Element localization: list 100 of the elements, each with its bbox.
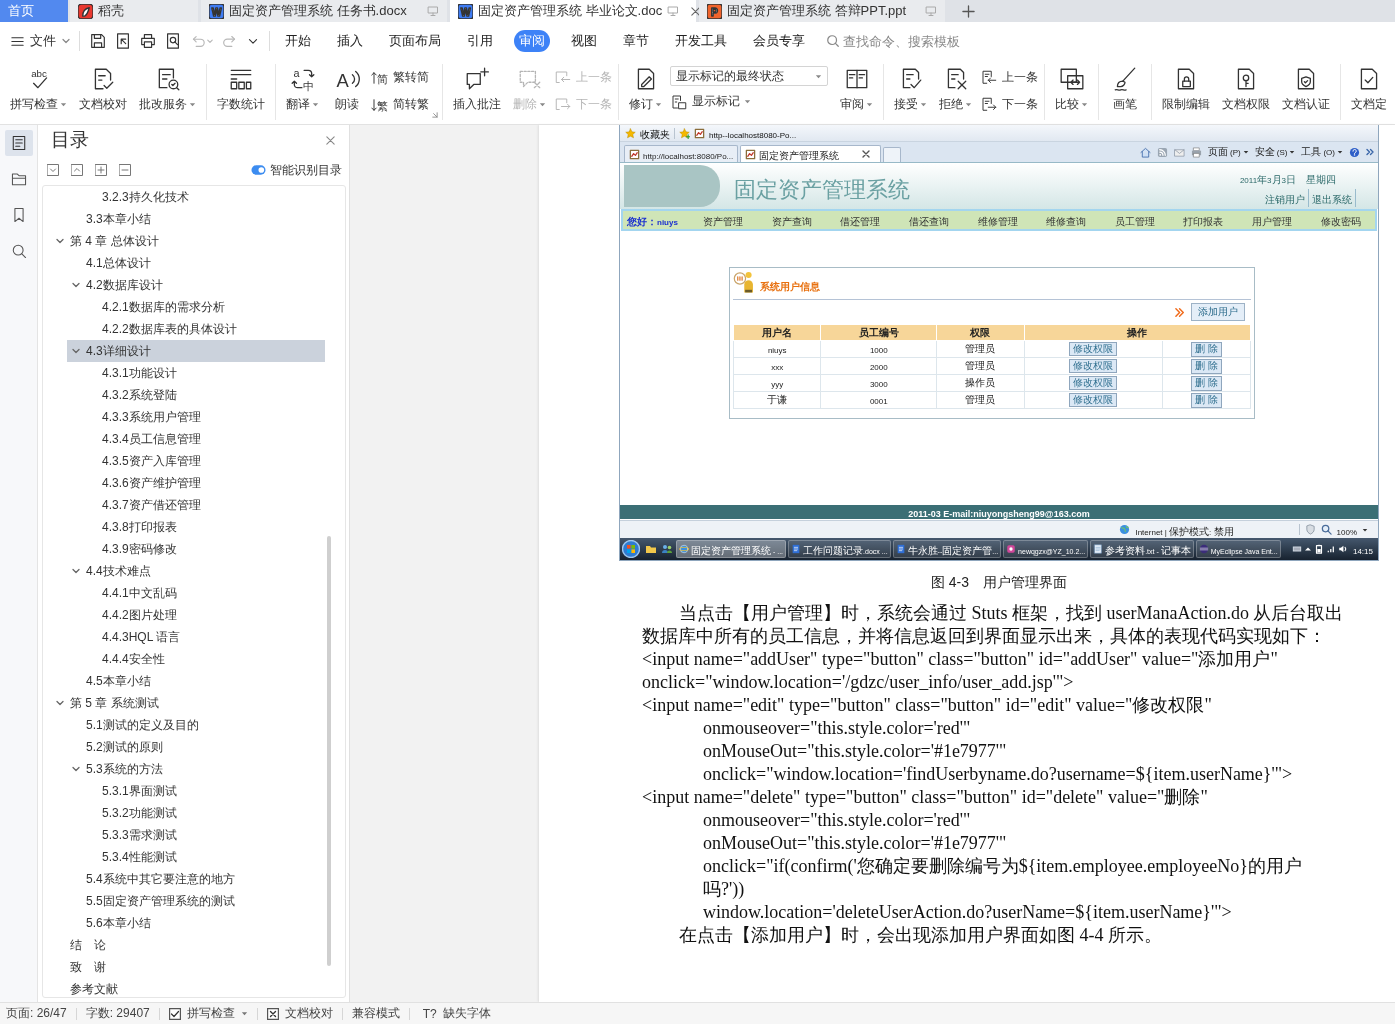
start-orb-icon[interactable] bbox=[622, 540, 640, 558]
toc-item[interactable]: 4.3.2系统登陆 bbox=[83, 384, 325, 406]
nav-link[interactable]: 资产管理 bbox=[689, 211, 758, 229]
menu-tab[interactable]: 会员专享 bbox=[748, 30, 810, 52]
toc-item[interactable]: 4.4.4安全性 bbox=[83, 648, 325, 670]
save-icon[interactable] bbox=[89, 32, 107, 50]
menu-tab[interactable]: 开发工具 bbox=[670, 30, 732, 52]
toc-item[interactable]: 4.4.1中文乱码 bbox=[83, 582, 325, 604]
chevron-up-box-icon[interactable] bbox=[71, 164, 83, 176]
nav-link[interactable]: 修改密码 bbox=[1306, 211, 1375, 229]
edit-permission-button[interactable]: 修改权限 bbox=[1069, 359, 1118, 373]
ribbon-button[interactable]: 比较 bbox=[1049, 64, 1094, 113]
nav-link[interactable]: 员工管理 bbox=[1100, 211, 1170, 229]
nav-link[interactable]: 借还管理 bbox=[826, 211, 895, 229]
toc-item[interactable]: 4.1总体设计 bbox=[67, 252, 325, 274]
ribbon-button[interactable]: 文档权限 bbox=[1216, 64, 1276, 113]
toc-item[interactable]: 参考文献 bbox=[51, 978, 325, 997]
edit-permission-button[interactable]: 修改权限 bbox=[1069, 342, 1118, 356]
ribbon-button[interactable]: 画笔 bbox=[1103, 64, 1147, 113]
delete-button[interactable]: 删 除 bbox=[1191, 392, 1222, 408]
printer-icon[interactable] bbox=[139, 32, 157, 50]
toc-item[interactable]: 4.3.5资产入库管理 bbox=[83, 450, 325, 472]
header-link[interactable]: 注销用户 bbox=[1262, 189, 1309, 207]
zoom-level-button[interactable]: 100% bbox=[1336, 520, 1357, 539]
delete-button[interactable]: 删 除 bbox=[1191, 341, 1222, 357]
table-of-contents-icon[interactable] bbox=[4, 130, 33, 156]
nav-link[interactable]: 打印报表 bbox=[1169, 211, 1238, 229]
keyboard-icon[interactable] bbox=[1291, 544, 1302, 554]
toc-item[interactable]: 第 5 章 系统测试 bbox=[51, 692, 325, 714]
toc-item[interactable]: 4.3.6资产维护管理 bbox=[83, 472, 325, 494]
menu-tab[interactable]: 开始 bbox=[280, 30, 316, 52]
toc-item[interactable]: 4.2.1数据库的需求分析 bbox=[83, 296, 325, 318]
ribbon-button[interactable]: 限制编辑 bbox=[1156, 64, 1216, 113]
delete-button[interactable]: 删 除 bbox=[1191, 358, 1222, 374]
nav-link[interactable]: 维修管理 bbox=[963, 211, 1032, 229]
battery-icon[interactable] bbox=[1313, 544, 1324, 554]
menu-tab[interactable]: 引用 bbox=[462, 30, 498, 52]
favorite-link[interactable]: http--localhost8080-Po... bbox=[709, 124, 797, 142]
toc-item[interactable]: 4.4技术难点 bbox=[67, 560, 325, 582]
ribbon-button[interactable]: A 朗读 bbox=[325, 64, 369, 113]
toc-item[interactable]: 5.2测试的原则 bbox=[67, 736, 325, 758]
ribbon-button[interactable]: 上一条 bbox=[980, 66, 1038, 89]
nav-link[interactable]: 用户管理 bbox=[1237, 211, 1307, 229]
toc-item[interactable]: 4.3详细设计 bbox=[67, 340, 325, 362]
speaker-icon[interactable] bbox=[1337, 544, 1348, 554]
menu-tab[interactable]: 页面布局 bbox=[384, 30, 446, 52]
browser-tab[interactable]: 固定资产管理系统 bbox=[740, 145, 882, 162]
ribbon-button[interactable]: abc 拼写检查 bbox=[4, 64, 73, 113]
nav-link[interactable]: 借还查询 bbox=[894, 211, 964, 229]
menu-tab[interactable]: 审阅 bbox=[514, 30, 550, 52]
ribbon-button[interactable]: 文档定 bbox=[1345, 64, 1393, 113]
toc-item[interactable]: 4.3.9密码修改 bbox=[83, 538, 325, 560]
ribbon-button[interactable]: 接受 bbox=[888, 64, 933, 113]
search-field[interactable]: 查找命令、搜索模板 bbox=[843, 33, 983, 49]
help-icon[interactable] bbox=[1349, 146, 1360, 158]
home-icon[interactable] bbox=[1140, 146, 1152, 158]
magnifier-icon[interactable] bbox=[1320, 524, 1332, 535]
menu-tab[interactable]: 插入 bbox=[332, 30, 368, 52]
toc-item[interactable]: 4.3.7资产借还管理 bbox=[83, 494, 325, 516]
edit-permission-button[interactable]: 修改权限 bbox=[1069, 376, 1118, 390]
word-count-text[interactable]: 字数: 29407 bbox=[85, 1005, 150, 1022]
checkbox[interactable] bbox=[168, 1007, 181, 1020]
document-tab[interactable]: P 固定资产管理系统 答辩PPT.ppt bbox=[699, 0, 945, 22]
chevron-down-box-icon[interactable] bbox=[47, 164, 59, 176]
toc-item[interactable]: 5.4系统中其它要注意的地方 bbox=[67, 868, 325, 890]
folder-icon[interactable] bbox=[645, 543, 657, 555]
menu-tab[interactable]: 章节 bbox=[618, 30, 654, 52]
delete-button[interactable]: 删 除 bbox=[1191, 375, 1222, 391]
print-preview-icon[interactable] bbox=[164, 32, 182, 50]
close-icon[interactable] bbox=[862, 150, 871, 158]
menu-tab[interactable]: 视图 bbox=[566, 30, 602, 52]
command-menu[interactable]: 页面(P) bbox=[1208, 145, 1249, 159]
spell-check-button[interactable]: 拼写检查 bbox=[186, 1005, 235, 1022]
ribbon-button[interactable]: 下一条 bbox=[980, 93, 1038, 116]
nav-link[interactable]: 资产查询 bbox=[757, 211, 827, 229]
double-chevron-icon[interactable] bbox=[1366, 148, 1374, 156]
missing-fonts-button[interactable]: 缺失字体 bbox=[442, 1005, 491, 1022]
header-link[interactable]: 退出系统 bbox=[1309, 189, 1356, 207]
close-icon[interactable] bbox=[690, 5, 702, 17]
scrollbar-thumb[interactable] bbox=[327, 536, 331, 966]
up-arrow-icon[interactable] bbox=[1303, 545, 1312, 553]
toc-item[interactable]: 4.3.8打印报表 bbox=[83, 516, 325, 538]
command-menu[interactable]: 工具(O) bbox=[1301, 145, 1343, 159]
document-tab[interactable]: 稻壳 bbox=[70, 0, 198, 22]
star-plus-icon[interactable] bbox=[679, 127, 690, 139]
edit-permission-button[interactable]: 修改权限 bbox=[1069, 393, 1118, 407]
ribbon-button[interactable]: 显示标记 bbox=[670, 90, 828, 113]
ribbon-button[interactable]: 简 繁转简 bbox=[371, 66, 429, 89]
file-menu[interactable]: 文件 bbox=[10, 31, 80, 51]
minus-box-icon[interactable] bbox=[119, 164, 131, 176]
toc-item[interactable]: 5.5固定资产管理系统的测试 bbox=[67, 890, 325, 912]
launcher-icon[interactable] bbox=[431, 111, 438, 118]
toc-item[interactable]: 3.3本章小结 bbox=[67, 208, 325, 230]
toc-item[interactable]: 4.5本章小结 bbox=[67, 670, 325, 692]
toc-item[interactable]: 4.4.2图片处理 bbox=[83, 604, 325, 626]
ribbon-button[interactable]: 批改服务 bbox=[133, 64, 202, 113]
nav-link[interactable]: 维修查询 bbox=[1031, 211, 1101, 229]
document-tab[interactable]: W 固定资产管理系统 毕业论文.doc bbox=[450, 0, 696, 22]
toc-item[interactable]: 4.4.3HQL 语言 bbox=[83, 626, 325, 648]
toc-item[interactable]: 5.1测试的定义及目的 bbox=[67, 714, 325, 736]
